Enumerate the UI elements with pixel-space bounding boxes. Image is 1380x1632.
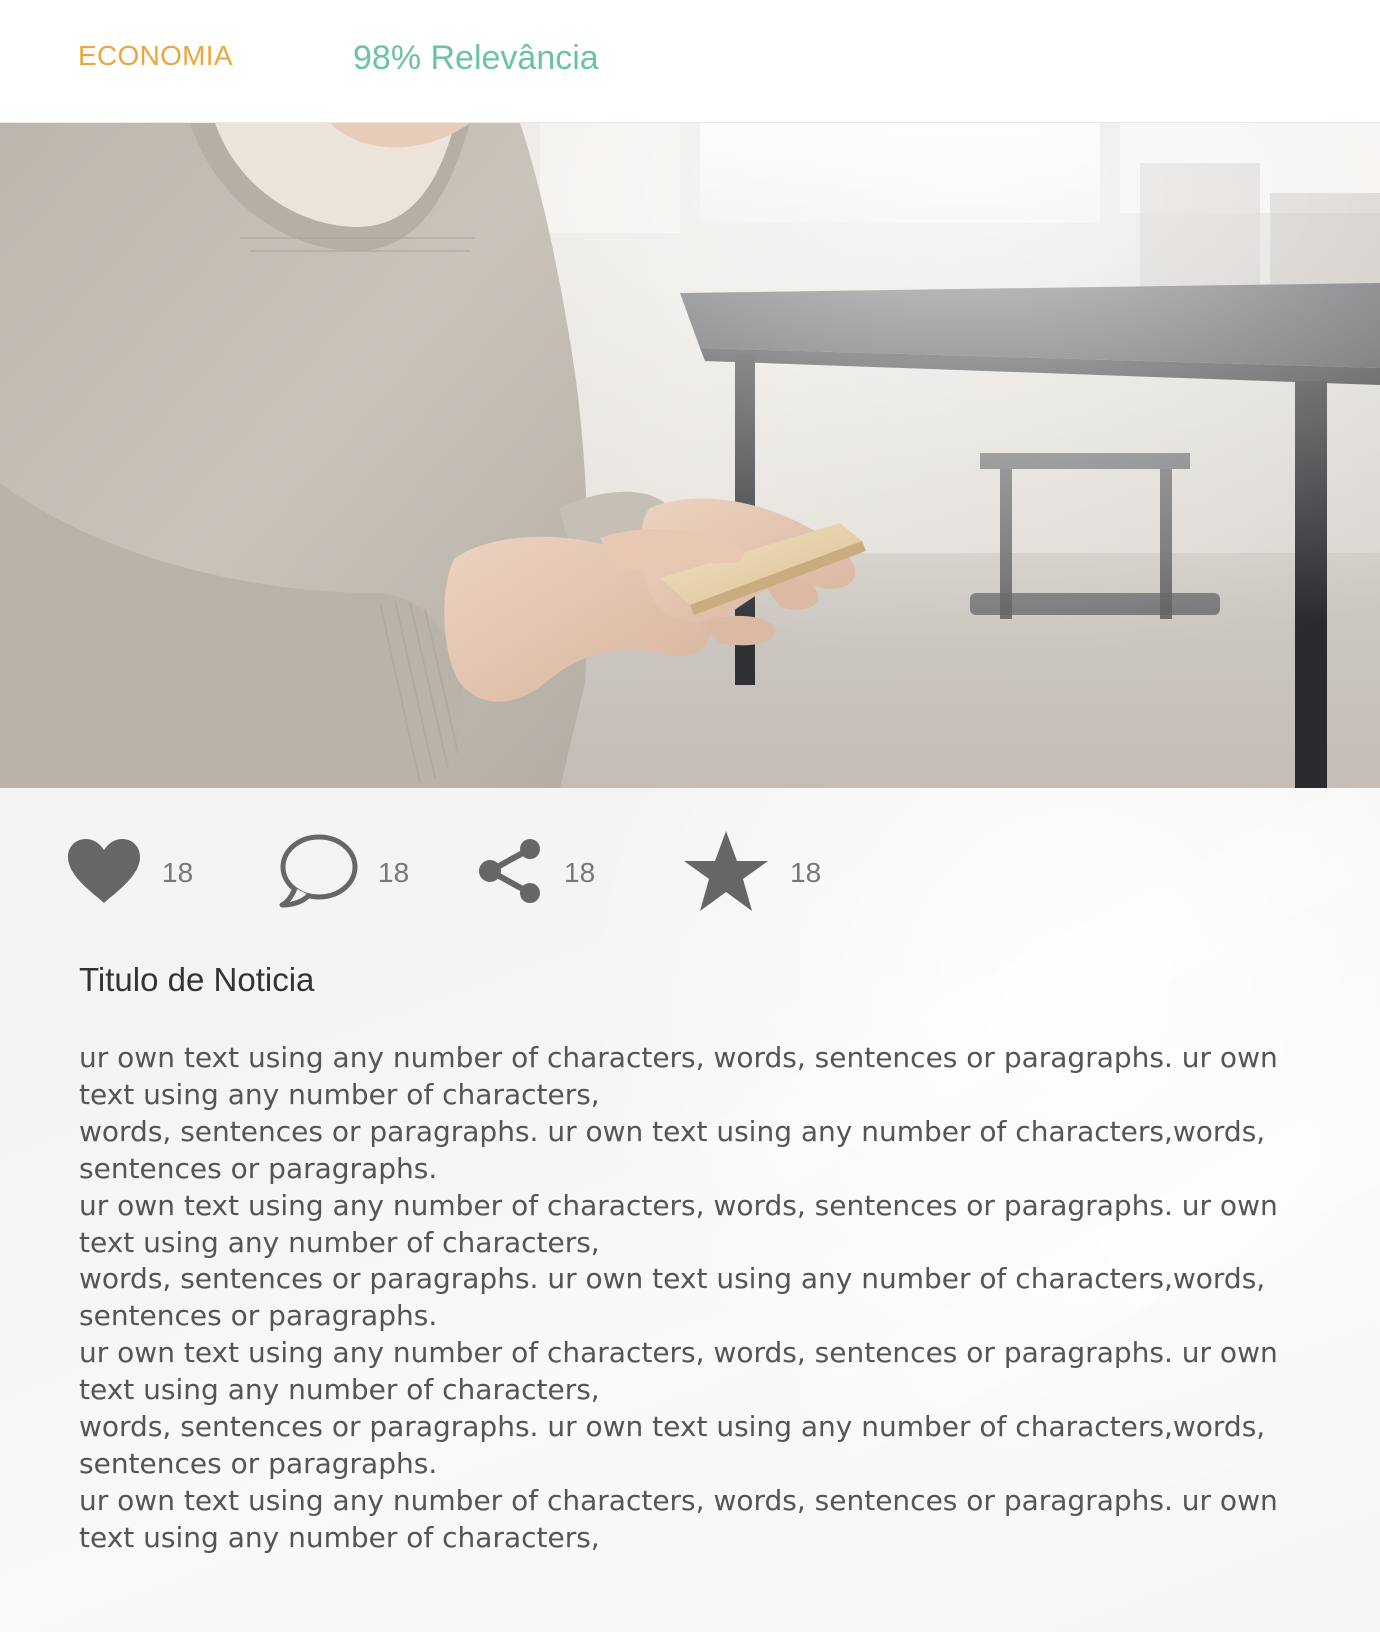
article-line: words, sentences or paragraphs. ur own t… bbox=[79, 1410, 1266, 1480]
relevance-label: 98% Relevância bbox=[353, 39, 599, 77]
heart-icon bbox=[66, 837, 142, 910]
article-body: ur own text using any number of characte… bbox=[79, 1040, 1309, 1557]
top-bar: ECONOMIA 98% Relevância bbox=[0, 0, 1380, 123]
comment-count: 18 bbox=[378, 857, 410, 888]
share-icon bbox=[476, 837, 544, 910]
favorite-count: 18 bbox=[790, 857, 822, 888]
article-line: ur own text using any number of characte… bbox=[79, 1483, 1278, 1554]
like-button[interactable]: 18 bbox=[66, 828, 193, 918]
hero-image bbox=[0, 123, 1380, 788]
article-line: ur own text using any number of characte… bbox=[79, 1188, 1278, 1259]
favorite-button[interactable]: 18 bbox=[682, 828, 821, 918]
article-line: words, sentences or paragraphs. ur own t… bbox=[79, 1262, 1266, 1333]
article-line: ur own text using any number of characte… bbox=[79, 1041, 1278, 1111]
article-line: ur own text using any number of characte… bbox=[79, 1336, 1278, 1407]
comment-button[interactable]: 18 bbox=[278, 828, 409, 918]
like-count: 18 bbox=[162, 857, 194, 888]
action-bar: 18 18 18 18 bbox=[0, 788, 1380, 938]
article-content: 18 18 18 18 Titulo de Noticia ur own tex… bbox=[0, 788, 1380, 1632]
photo-person-holding-phone-icon bbox=[0, 123, 1380, 788]
share-count: 18 bbox=[564, 857, 596, 888]
article-line: words, sentences or paragraphs. ur own t… bbox=[79, 1114, 1266, 1185]
category-label[interactable]: ECONOMIA bbox=[78, 40, 233, 72]
star-icon bbox=[682, 829, 770, 918]
speech-bubble-icon bbox=[278, 833, 358, 914]
share-button[interactable]: 18 bbox=[476, 828, 595, 918]
article-title: Titulo de Noticia bbox=[79, 961, 315, 998]
